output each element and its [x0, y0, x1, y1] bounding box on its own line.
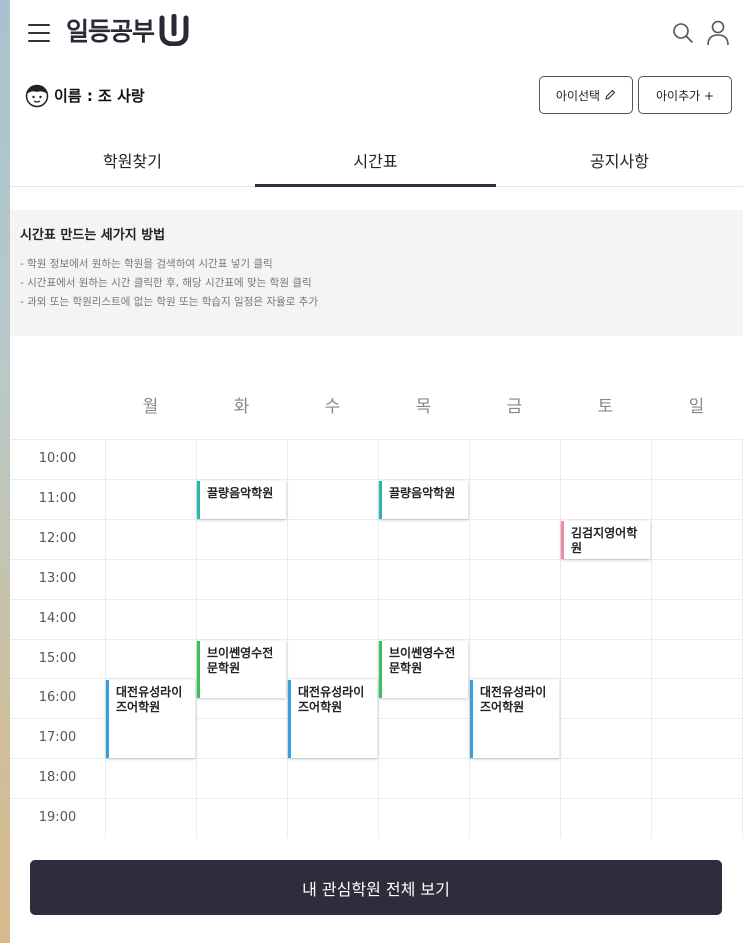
- search-icon[interactable]: [672, 22, 694, 44]
- logo-text: 일등공부: [66, 17, 155, 46]
- profile-row: 이름 : 조 사랑 아이선택 아이추가 +: [10, 76, 743, 116]
- time-label: 10:00: [38, 451, 77, 466]
- select-child-label: 아이선택: [555, 88, 601, 103]
- info-title: 시간표 만드는 세가지 방법: [20, 228, 166, 243]
- tab-bar: 학원찾기 시간표 공지사항: [10, 130, 743, 187]
- time-label: 14:00: [38, 610, 77, 626]
- time-label: 13:00: [38, 570, 77, 586]
- pencil-icon: [605, 89, 616, 100]
- day-header: 화: [233, 397, 250, 417]
- timetable-event[interactable]: 대전유성라이즈어학원: [106, 680, 195, 759]
- add-child-label: 아이추가 +: [655, 88, 715, 103]
- info-line: - 시간표에서 원하는 시간 클릭한 후, 해당 시간표에 맞는 학원 클릭: [20, 277, 312, 289]
- user-icon[interactable]: [706, 20, 730, 46]
- timetable-event[interactable]: 대전유성라이즈어학원: [470, 680, 559, 759]
- grid-divider: [469, 439, 470, 838]
- time-label: 19:00: [38, 810, 77, 826]
- time-row[interactable]: [10, 758, 743, 798]
- menu-icon[interactable]: [28, 24, 50, 42]
- logo[interactable]: 일등공부: [66, 12, 189, 48]
- day-header: 일: [688, 397, 705, 417]
- select-child-button[interactable]: 아이선택: [539, 76, 633, 114]
- add-child-button[interactable]: 아이추가 +: [638, 76, 732, 114]
- time-row[interactable]: [10, 558, 743, 599]
- view-all-favorites-label: 내 관심학원 전체 보기: [302, 879, 450, 899]
- grid-divider: [560, 439, 561, 838]
- time-row[interactable]: [10, 598, 743, 639]
- timetable-event[interactable]: 끌량음악학원: [379, 480, 468, 519]
- top-bar: 일등공부: [10, 0, 743, 68]
- child-name-label: 이름 : 조 사랑: [54, 87, 145, 105]
- time-row[interactable]: [10, 638, 743, 679]
- tab-find-academy[interactable]: 학원찾기: [10, 130, 255, 187]
- timetable-event[interactable]: 끌량음악학원: [197, 480, 286, 519]
- info-box: 시간표 만드는 세가지 방법 - 학원 정보에서 원하는 학원을 검색하여 시간…: [10, 210, 743, 336]
- info-line: - 학원 정보에서 원하는 학원을 검색하여 시간표 넣기 클릭: [20, 258, 273, 270]
- time-label: 12:00: [38, 530, 77, 546]
- time-label: 15:00: [38, 650, 77, 666]
- background-strip: [0, 0, 10, 943]
- app-screen: 일등공부 이름 : 조 사랑 아이선택 아이추가 + 학원찾기 시간표 공지사항…: [10, 0, 743, 943]
- time-label: 11:00: [38, 490, 77, 506]
- tab-label: 학원찾기: [103, 152, 162, 171]
- timetable-event[interactable]: 김검지영어학원: [561, 520, 650, 559]
- logo-mark-icon: [159, 14, 189, 46]
- timetable-event[interactable]: 브이쎈영수전문학원: [197, 640, 286, 699]
- time-label: 17:00: [38, 730, 77, 746]
- time-row[interactable]: [10, 439, 743, 479]
- active-tab-indicator: [255, 184, 496, 187]
- day-header: 금: [506, 397, 523, 417]
- tab-timetable[interactable]: 시간표: [255, 130, 496, 187]
- tab-label: 시간표: [353, 152, 398, 171]
- timetable-event[interactable]: 브이쎈영수전문학원: [379, 640, 468, 699]
- time-row[interactable]: [10, 478, 743, 519]
- grid-divider: [651, 439, 652, 838]
- day-header-row: 월화수목금토일: [10, 392, 743, 428]
- tab-label: 공지사항: [590, 152, 649, 171]
- day-header: 목: [415, 397, 432, 417]
- time-row[interactable]: [10, 798, 743, 838]
- grid-divider: [105, 439, 106, 838]
- day-header: 토: [597, 397, 614, 417]
- time-label: 16:00: [38, 690, 77, 706]
- tab-notices[interactable]: 공지사항: [496, 130, 743, 187]
- timetable-grid: 10:00 11:00 12:00 13:00 14:00 15:00 16:00 17:00…: [10, 439, 743, 838]
- grid-divider: [287, 439, 288, 838]
- info-line: - 과외 또는 학원리스트에 없는 학원 또는 학습지 일정은 자율로 추가: [20, 296, 318, 308]
- view-all-favorites-button[interactable]: 내 관심학원 전체 보기: [30, 860, 722, 915]
- timetable-event[interactable]: 대전유성라이즈어학원: [288, 680, 377, 759]
- time-label: 18:00: [38, 770, 77, 786]
- day-header: 월: [142, 397, 159, 417]
- child-avatar-icon: [25, 84, 49, 108]
- day-header: 수: [324, 397, 341, 417]
